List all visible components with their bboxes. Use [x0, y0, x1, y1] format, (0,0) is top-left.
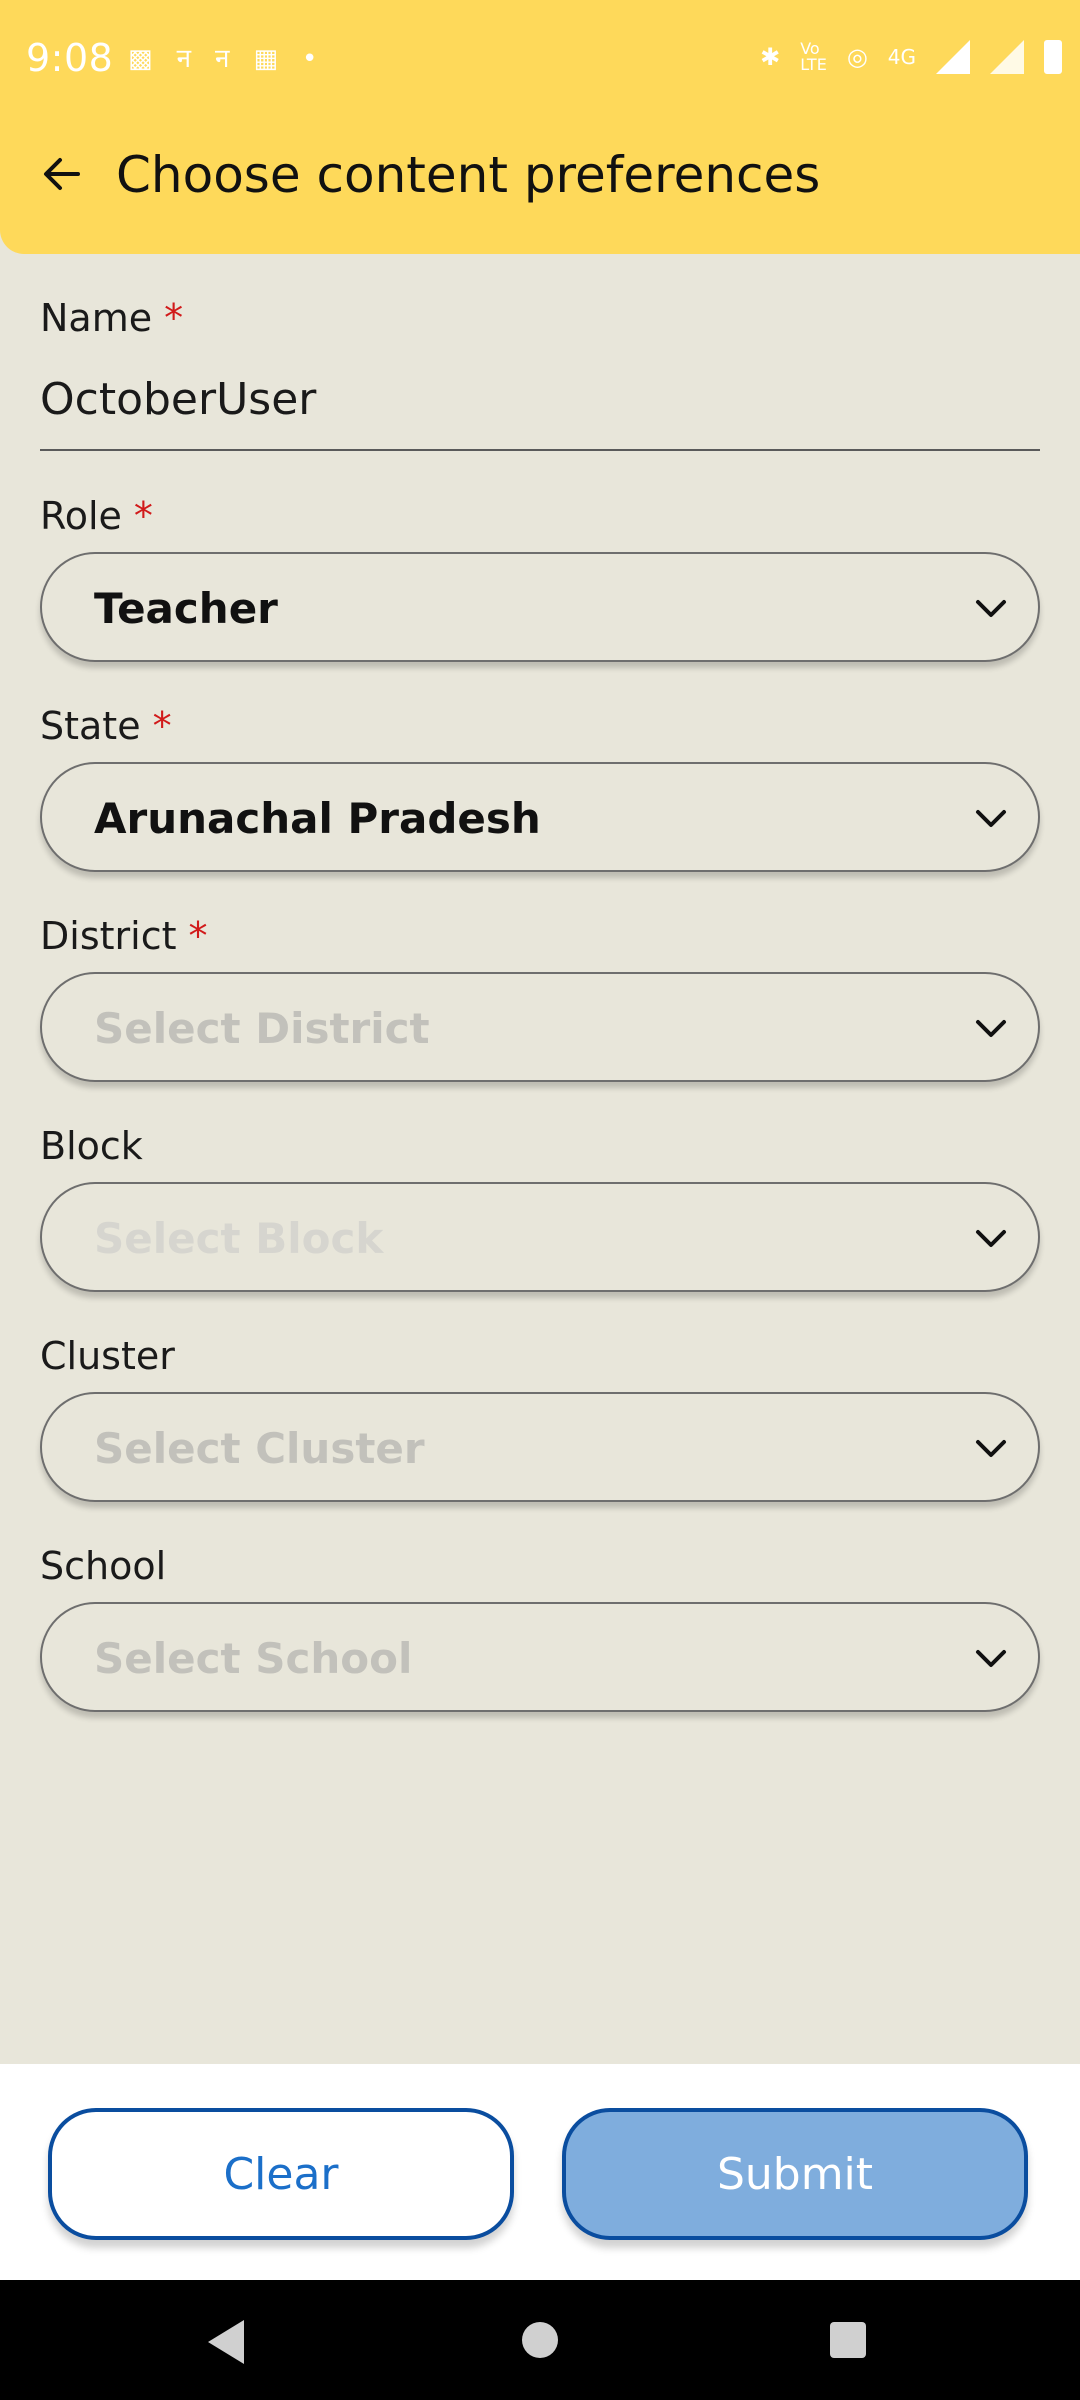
district-select[interactable]: Select District [40, 972, 1040, 1082]
page-title: Choose content preferences [116, 146, 821, 204]
signal-icon [990, 40, 1024, 74]
cluster-select-placeholder: Select Cluster [94, 1424, 425, 1473]
battery-icon [1044, 40, 1062, 74]
name-label: Name * [40, 296, 184, 340]
dot-icon: • [302, 44, 318, 74]
name-input-underline [40, 449, 1040, 451]
required-marker: * [133, 494, 153, 538]
cluster-label: Cluster [40, 1334, 175, 1378]
4g-icon: 4G [887, 45, 916, 69]
role-select-value: Teacher [94, 584, 278, 633]
chevron-down-icon [976, 1650, 1006, 1667]
volte-icon: Vo LTE [800, 39, 827, 74]
state-select-value: Arunachal Pradesh [94, 794, 541, 843]
state-select[interactable]: Arunachal Pradesh [40, 762, 1040, 872]
block-select-placeholder: Select Block [94, 1214, 384, 1263]
action-bar: Clear Submit [0, 2064, 1080, 2280]
school-select-placeholder: Select School [94, 1634, 413, 1683]
status-time: 9:08 [26, 36, 114, 80]
bluetooth-icon: ✱ [760, 43, 781, 71]
name-input[interactable]: OctoberUser [40, 374, 316, 425]
nav-home-icon[interactable] [522, 2322, 558, 2358]
app-header: 9:08 ▩ न न ▦ • ✱ Vo LTE ◎ 4G Choose conte… [0, 0, 1080, 254]
status-bar: 9:08 ▩ न न ▦ • ✱ Vo LTE ◎ 4G [0, 0, 1080, 126]
district-select-placeholder: Select District [94, 1004, 430, 1053]
back-button[interactable] [30, 142, 94, 206]
signal-icon [936, 40, 970, 74]
hotspot-icon: ◎ [846, 43, 868, 71]
school-select[interactable]: Select School [40, 1602, 1040, 1712]
status-icons-left: ▩ न न ▦ • [128, 44, 317, 74]
required-marker: * [188, 914, 208, 958]
arrow-back-icon [44, 158, 80, 190]
role-label: Role * [40, 494, 153, 538]
cluster-select[interactable]: Select Cluster [40, 1392, 1040, 1502]
sim-icon: ▩ [128, 44, 153, 74]
district-label: District * [40, 914, 208, 958]
required-marker: * [164, 296, 184, 340]
chevron-down-icon [976, 1440, 1006, 1457]
nav-back-icon[interactable] [208, 2320, 244, 2364]
chevron-down-icon [976, 600, 1006, 617]
block-select[interactable]: Select Block [40, 1182, 1040, 1292]
school-label: School [40, 1544, 167, 1588]
submit-button[interactable]: Submit [562, 2108, 1028, 2240]
chevron-down-icon [976, 1020, 1006, 1037]
notification-icon: न [215, 44, 230, 74]
status-icons-right: ✱ Vo LTE ◎ 4G [760, 40, 1062, 74]
role-select[interactable]: Teacher [40, 552, 1040, 662]
calendar-icon: ▦ [253, 44, 279, 74]
chevron-down-icon [976, 810, 1006, 827]
system-nav-bar [0, 2280, 1080, 2400]
app-bar: Choose content preferences [0, 126, 1080, 254]
block-label: Block [40, 1124, 143, 1168]
notification-icon: न [176, 44, 192, 74]
chevron-down-icon [976, 1230, 1006, 1247]
nav-recents-icon[interactable] [830, 2322, 866, 2358]
clear-button[interactable]: Clear [48, 2108, 514, 2240]
state-label: State * [40, 704, 172, 748]
required-marker: * [152, 704, 172, 748]
